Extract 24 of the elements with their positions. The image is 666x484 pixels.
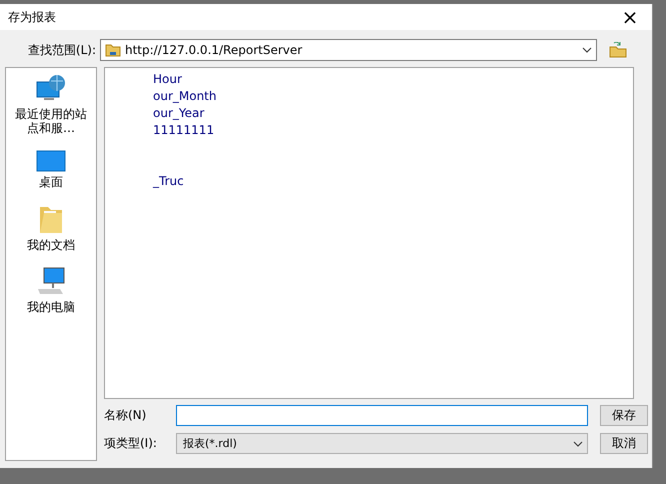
caret-icon <box>582 47 592 53</box>
window-title: 存为报表 <box>8 8 56 26</box>
name-label: 名称(N) <box>104 407 148 424</box>
desktop-icon <box>36 150 66 172</box>
place-item[interactable]: 桌面 <box>6 150 96 190</box>
file-item[interactable]: Hour <box>153 71 182 88</box>
up-folder-icon[interactable] <box>609 42 627 58</box>
file-item[interactable]: _Truc <box>153 173 184 190</box>
file-item[interactable]: our_Year <box>153 105 204 122</box>
save-button[interactable]: 保存 <box>600 405 648 426</box>
close-button[interactable]: × <box>608 4 652 30</box>
place-item[interactable]: 我的电脑 <box>6 267 96 315</box>
cancel-button[interactable]: 取消 <box>600 433 648 454</box>
type-dropdown[interactable]: 报表(*.rdl) <box>176 433 588 454</box>
place-item[interactable]: 最近使用的站点和服… <box>6 74 96 136</box>
file-item[interactable]: our_Month <box>153 88 216 105</box>
caret-icon <box>573 440 583 446</box>
name-field[interactable] <box>176 405 588 426</box>
network-folder-icon <box>105 43 121 57</box>
type-label: 项类型(I): <box>104 435 158 452</box>
file-item[interactable]: 11111111 <box>153 122 214 139</box>
place-item[interactable]: 我的文档 <box>6 203 96 254</box>
look-in-dropdown[interactable]: http://127.0.0.1/ReportServer <box>100 39 597 61</box>
look-in-label: 查找范围(L): <box>26 42 97 58</box>
